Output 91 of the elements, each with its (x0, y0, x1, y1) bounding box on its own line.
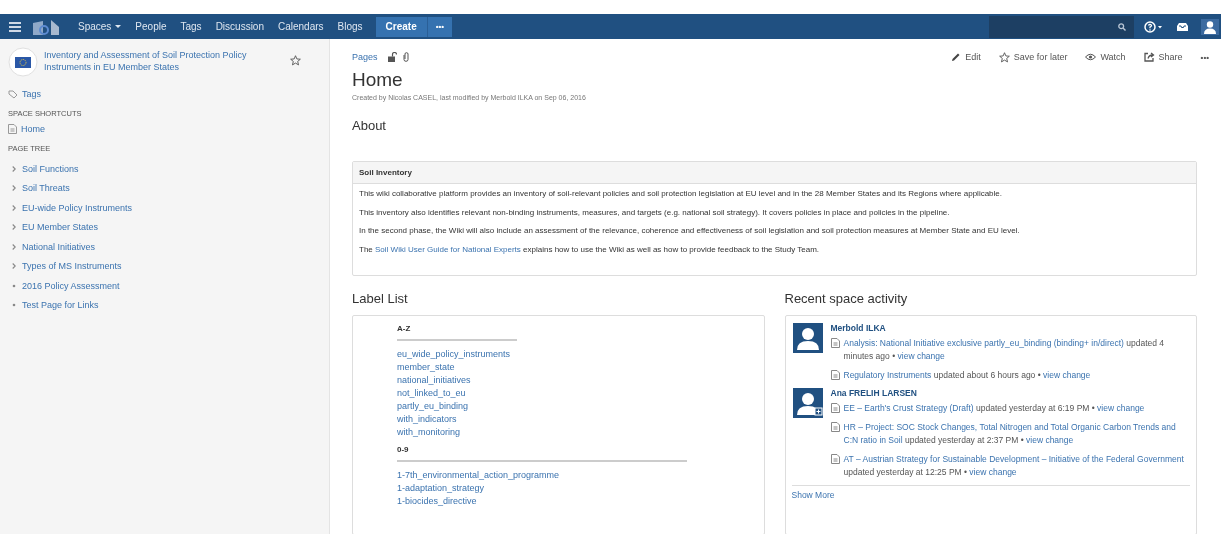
shortcut-link[interactable]: Home (8, 124, 329, 134)
activity-entry: Regulatory Instruments updated about 6 hours ago • view change (843, 369, 1091, 382)
expand-icon[interactable] (12, 165, 16, 172)
group-heading: 0-9 (397, 445, 687, 462)
more-actions-button[interactable]: ••• (1200, 52, 1209, 62)
logo-icon[interactable] (31, 18, 61, 35)
expand-icon[interactable] (12, 243, 16, 250)
panel-title: Soil Inventory (353, 162, 1196, 184)
page-tree-link[interactable]: EU Member States (22, 222, 99, 233)
star-icon[interactable] (290, 55, 301, 66)
activity-entry: EE – Earth's Crust Strategy (Draft) updated yesterday at 6:19 PM • view change (843, 402, 1145, 415)
guide-link[interactable]: Soil Wiki User Guide for National Experts (375, 244, 521, 254)
user-avatar-icon[interactable] (792, 388, 823, 418)
view-change-link[interactable]: view change (1097, 403, 1145, 413)
label-link[interactable]: partly_eu_binding (397, 400, 469, 413)
activity-entry: AT – Austrian Strategy for Sustainable Development – Initiative of the Federal Government updated yesterday at 12:25 PM • view change (843, 453, 1185, 479)
nav-link[interactable]: Discussion (208, 21, 271, 32)
label-link[interactable]: eu_wide_policy_instruments (397, 348, 511, 361)
page-action-link[interactable]: Edit (951, 52, 981, 62)
page-tree-link[interactable]: Types of MS Instruments (22, 261, 122, 272)
tags-link[interactable]: Tags (8, 89, 329, 99)
unlock-icon[interactable] (387, 52, 397, 62)
page-action-link[interactable]: Watch (1085, 52, 1126, 62)
page-icon (8, 124, 17, 134)
flag-logo-icon[interactable] (8, 47, 38, 77)
page-tree-link[interactable]: EU-wide Policy Instruments (22, 202, 133, 213)
paragraph: This inventory also identifies relevant non-binding instruments, measures, and targets (e.g. national soil strategy). It covers policies in place and policies in the pipeline. (359, 207, 951, 218)
paragraph: In the second phase, the Wiki will also include an assessment of the relevance, coherence and effectiveness of soil legislation and soil protection measures at Member State and EU level. (359, 226, 1021, 236)
nav-link[interactable]: People (128, 21, 174, 32)
show-more-link[interactable]: Show More (791, 490, 835, 500)
page-icon (830, 422, 840, 432)
more-button[interactable]: ••• (426, 16, 453, 37)
search-field[interactable] (989, 15, 1134, 38)
paragraph: The Soil Wiki User Guide for National Experts explains how to use the Wiki as well as how to provide feedback to the Study Team. (359, 244, 821, 255)
user-avatar-icon[interactable] (792, 323, 823, 353)
nav-link[interactable]: Blogs (330, 21, 370, 32)
expand-icon[interactable] (12, 204, 16, 211)
paperclip-icon[interactable] (402, 52, 409, 62)
eye-icon (1085, 53, 1097, 61)
nav-link[interactable]: Spaces (71, 21, 129, 32)
section-heading: About (352, 118, 387, 133)
expand-icon[interactable] (12, 263, 16, 270)
label-link[interactable]: 1-7th_environmental_action_programme (397, 469, 560, 482)
activity-entry: Analysis: National Initiative exclusive partly_eu_binding (binding+ in/direct) updated 4 minutes ago • view change (843, 337, 1166, 363)
section-heading: Recent space activity (784, 291, 909, 306)
label-link[interactable]: national_initiatives (397, 374, 471, 387)
view-change-link[interactable]: view change (1026, 435, 1074, 445)
star-icon (998, 51, 1010, 63)
page-action-link[interactable]: Share (1143, 52, 1183, 62)
page-icon (830, 370, 840, 380)
page-title: Home (352, 69, 404, 91)
create-button[interactable]: Create (375, 16, 427, 37)
label-link[interactable]: with_monitoring (397, 426, 461, 439)
nav-link[interactable]: Tags (173, 21, 209, 32)
view-change-link[interactable]: view change (969, 467, 1017, 477)
paragraph: This wiki collaborative platform provides an inventory of soil-relevant policies and soil protection legislation at EU level and in the 28 Member States and its Regions where applicable. (359, 189, 1003, 199)
user-name-link[interactable]: Merbold ILKA (830, 323, 1190, 333)
pencil-icon (951, 52, 962, 62)
space-title-link[interactable]: Inventory and Assessment of Soil Protection Policy Instruments in EU Member States (44, 47, 284, 73)
inbox-icon[interactable] (1176, 21, 1189, 32)
menu-icon[interactable] (9, 21, 21, 32)
user-avatar-icon[interactable] (1201, 18, 1219, 35)
activity-entry: HR – Project: SOC Stock Changes, Total Nitrogen and Total Organic Carbon Trends and C:N ratio in Soil updated yesterday at 2:37 PM • view change (843, 421, 1177, 447)
share-icon (1143, 52, 1155, 62)
page-tree-link[interactable]: Soil Threats (22, 183, 70, 194)
page-icon (830, 338, 840, 348)
tags-icon (8, 89, 18, 99)
expand-icon[interactable] (12, 224, 16, 231)
user-name-link[interactable]: Ana FRELIH LARSEN (830, 388, 1190, 398)
view-change-link[interactable]: view change (897, 351, 945, 361)
label-link[interactable]: member_state (397, 361, 455, 374)
caret-icon (115, 25, 122, 28)
group-heading: A-Z (397, 324, 517, 341)
nav-link[interactable]: Calendars (271, 21, 331, 32)
expand-icon[interactable] (12, 185, 16, 192)
page-action-link[interactable]: Save for later (998, 51, 1068, 63)
page-tree-link[interactable]: Test Page for Links (22, 300, 99, 311)
view-change-link[interactable]: view change (1043, 370, 1091, 380)
label-link[interactable]: with_indicators (397, 413, 457, 426)
page-icon (830, 454, 840, 464)
label-link[interactable]: not_linked_to_eu (397, 387, 466, 400)
page-icon (830, 403, 840, 413)
page-tree-link[interactable]: Soil Functions (22, 163, 79, 174)
section-heading: Label List (352, 291, 409, 306)
search-icon (1118, 22, 1126, 31)
label-link[interactable]: 1-biocides_directive (397, 495, 477, 508)
help-icon[interactable] (1144, 20, 1164, 33)
page-tree-link[interactable]: 2016 Policy Assessment (22, 280, 120, 291)
breadcrumb-link[interactable]: Pages (352, 52, 378, 62)
page-tree-link[interactable]: National Initiatives (22, 241, 96, 252)
label-link[interactable]: 1-adaptation_strategy (397, 482, 485, 495)
